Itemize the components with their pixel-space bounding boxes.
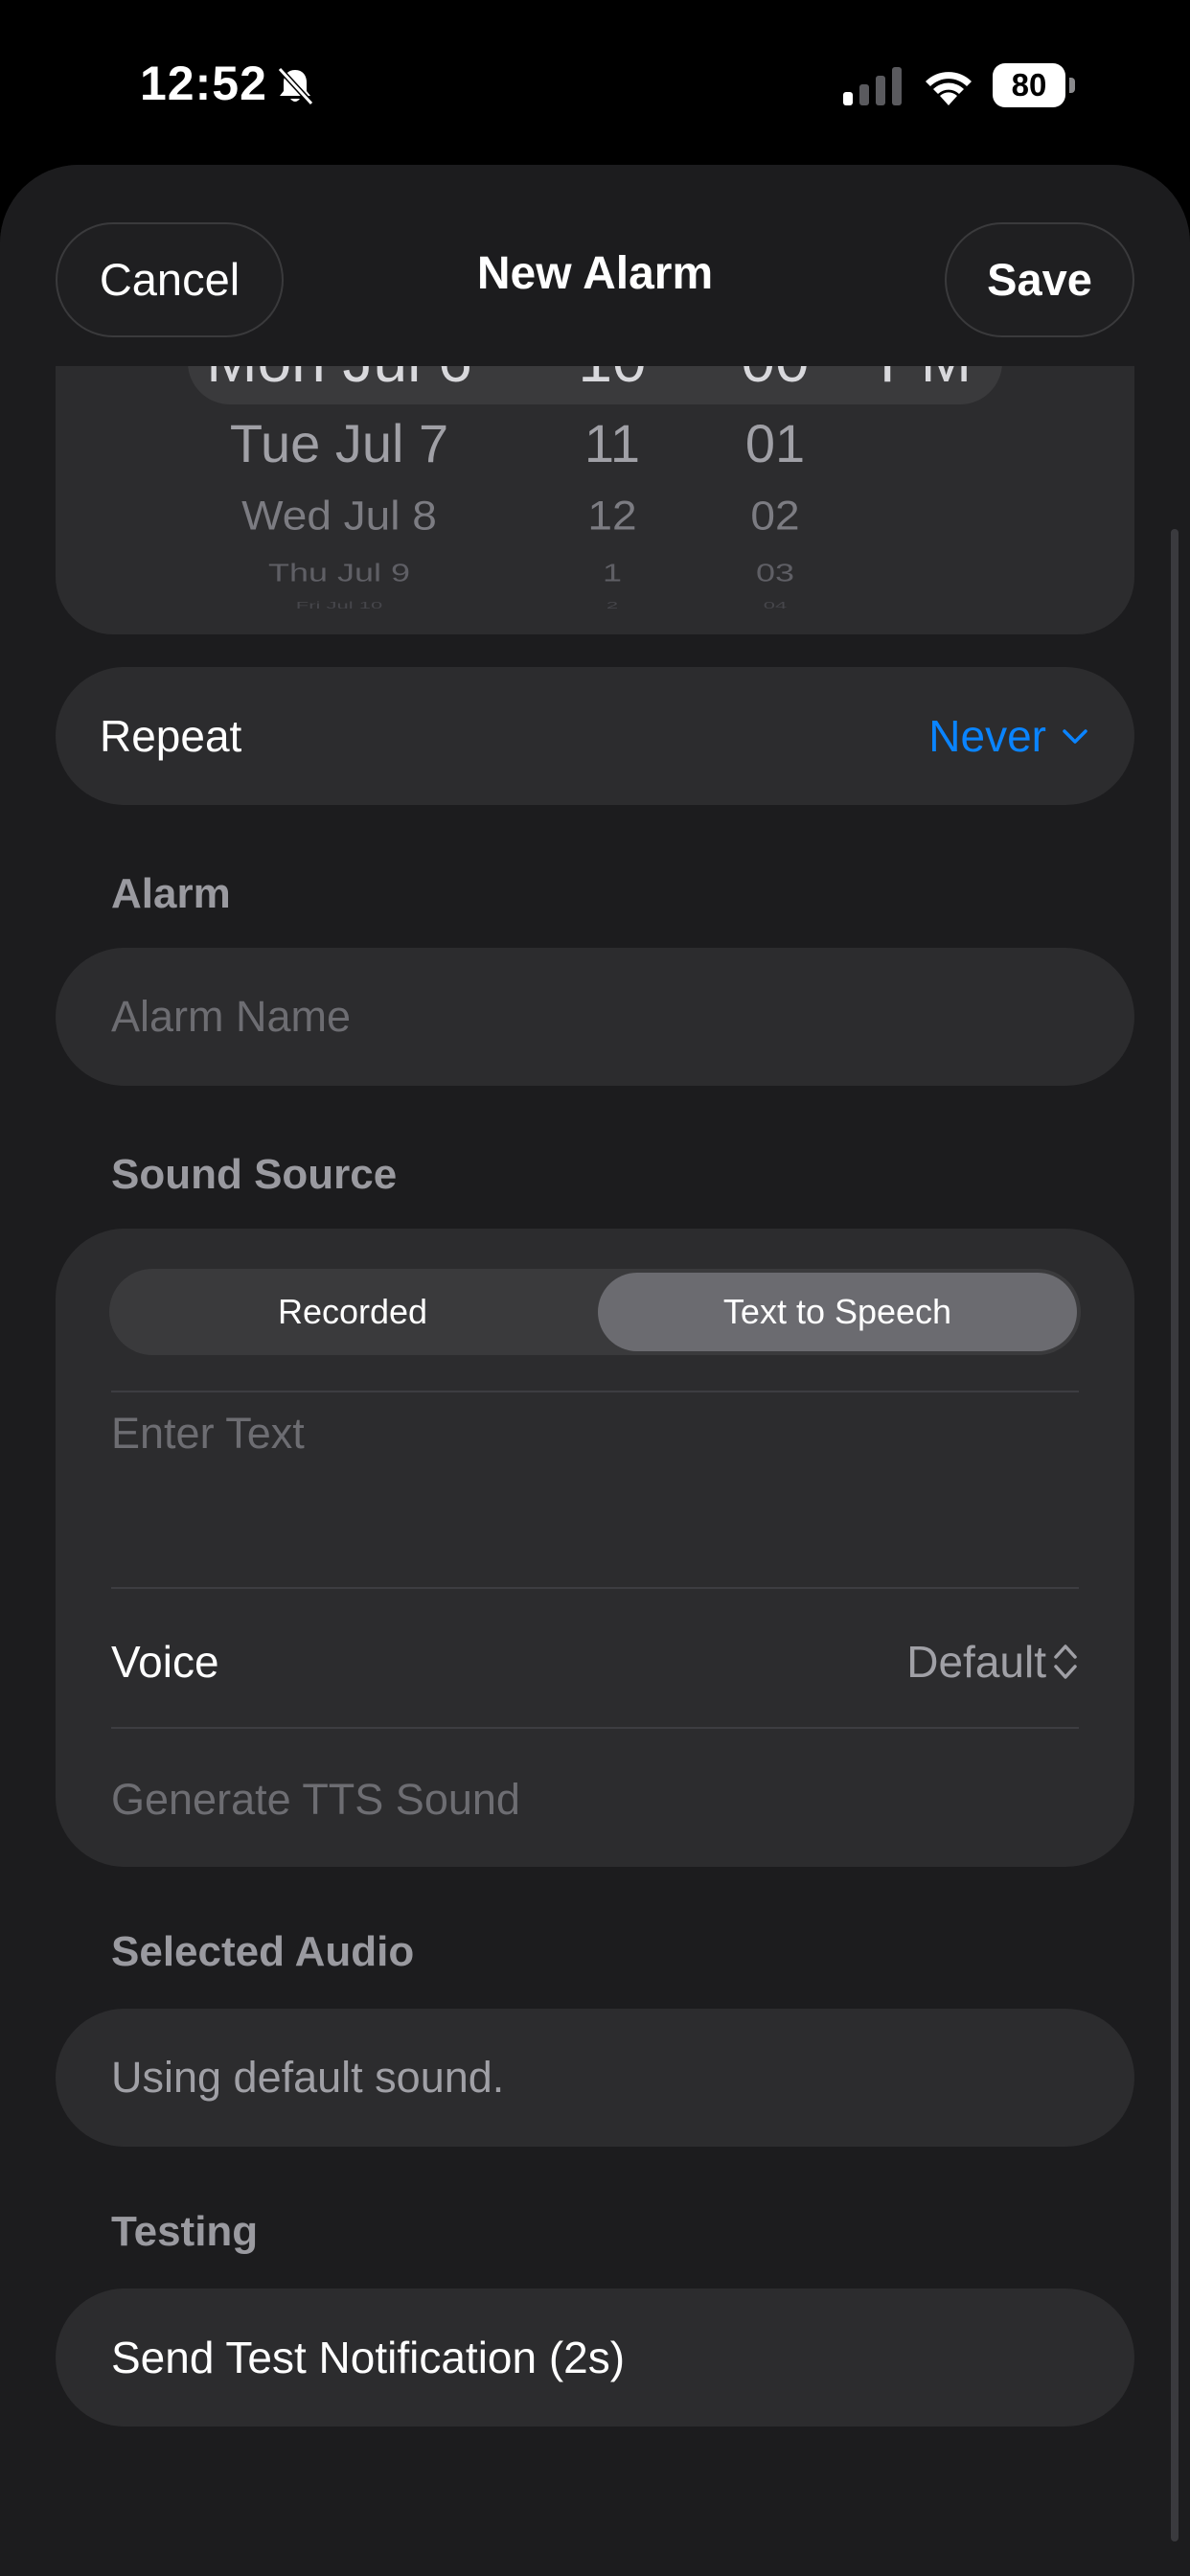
scrollbar[interactable]	[1171, 529, 1179, 2542]
divider	[111, 1391, 1079, 1392]
divider	[111, 1727, 1079, 1729]
status-bar: 12:52 80	[0, 0, 1190, 168]
status-time: 12:52	[140, 57, 267, 110]
voice-picker-row[interactable]: Voice Default	[56, 1593, 1134, 1731]
alarm-section-header: Alarm	[111, 870, 231, 917]
voice-label: Voice	[111, 1637, 219, 1687]
chevron-down-icon	[1063, 729, 1087, 744]
segment-recorded[interactable]: Recorded	[113, 1273, 592, 1351]
picker-date-option[interactable]: Thu Jul 9	[268, 559, 410, 587]
new-alarm-sheet: Mon Jul 6 10 00 PM Tue Jul 7 11 01 Wed J…	[0, 165, 1190, 2576]
generate-tts-button[interactable]: Generate TTS Sound	[111, 1733, 1079, 1867]
voice-value[interactable]: Default	[906, 1593, 1046, 1731]
picker-hour-option[interactable]: 1	[603, 559, 622, 587]
send-test-notification-button[interactable]: Send Test Notification (2s)	[56, 2288, 1134, 2426]
picker-minute-option[interactable]: 01	[745, 410, 805, 477]
picker-hour-option[interactable]: 12	[587, 491, 636, 540]
picker-date-option[interactable]: Tue Jul 7	[230, 410, 448, 477]
chevron-up-down-icon	[1054, 1644, 1077, 1679]
repeat-label: Repeat	[100, 711, 242, 761]
picker-minute-option[interactable]: 04	[764, 601, 787, 610]
battery-indicator: 80	[993, 63, 1075, 107]
cellular-signal-icon	[843, 67, 902, 105]
alarm-name-input[interactable]	[111, 948, 1079, 1086]
picker-minute-option[interactable]: 02	[750, 491, 799, 540]
nav-bar: Cancel New Alarm Save	[0, 165, 1190, 366]
sound-source-card: Recorded Text to Speech Voice Default Ge…	[56, 1229, 1134, 1867]
selected-audio-section-header: Selected Audio	[111, 1928, 415, 1975]
selected-audio-card: Using default sound.	[56, 2009, 1134, 2147]
divider	[111, 1587, 1079, 1589]
picker-date-option[interactable]: Wed Jul 8	[241, 491, 437, 540]
picker-hour-option[interactable]: 11	[584, 410, 640, 477]
save-button[interactable]: Save	[945, 222, 1134, 337]
sound-source-segmented-control[interactable]: Recorded Text to Speech	[109, 1269, 1081, 1355]
segment-text-to-speech[interactable]: Text to Speech	[598, 1273, 1077, 1351]
picker-minute-option[interactable]: 03	[756, 559, 794, 587]
testing-section-header: Testing	[111, 2208, 259, 2255]
battery-cap	[1069, 78, 1075, 93]
picker-hour-option[interactable]: 2	[606, 601, 618, 610]
repeat-value[interactable]: Never	[928, 667, 1046, 805]
battery-level: 80	[993, 63, 1065, 107]
picker-date-option[interactable]: Fri Jul 10	[296, 601, 382, 610]
bell-slash-icon	[277, 66, 314, 106]
sound-source-section-header: Sound Source	[111, 1151, 398, 1198]
tts-text-input[interactable]	[111, 1409, 1079, 1591]
repeat-row[interactable]: Repeat Never	[56, 667, 1134, 805]
send-test-notification-label: Send Test Notification (2s)	[111, 2333, 626, 2382]
wifi-icon	[926, 72, 972, 105]
alarm-name-field[interactable]	[56, 948, 1134, 1086]
selected-audio-info: Using default sound.	[111, 2053, 505, 2102]
